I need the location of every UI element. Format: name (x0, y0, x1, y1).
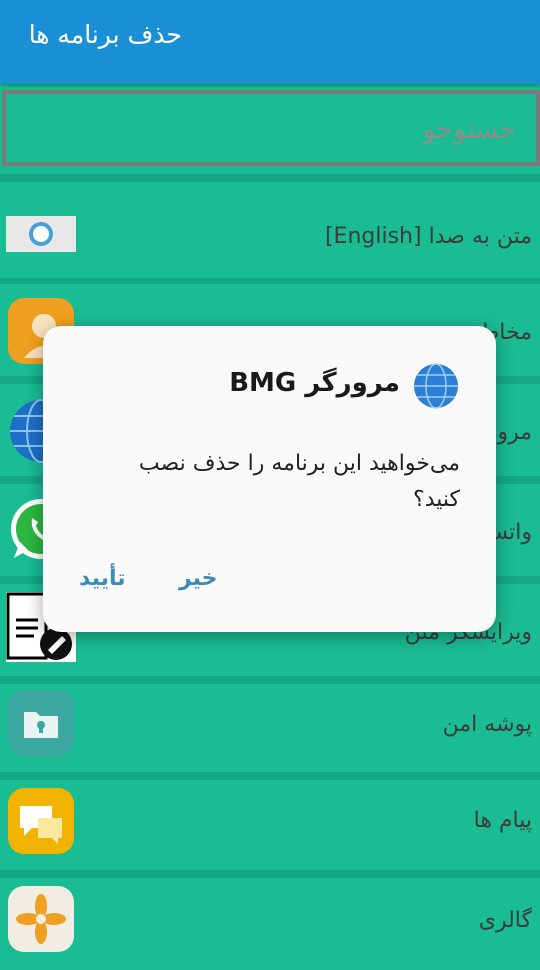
dialog-message: می‌خواهید این برنامه را حذف نصب کنید؟ (138, 451, 460, 512)
app-bar: حذف برنامه ها (0, 0, 540, 84)
dialog-title: مرورگر BMG (229, 368, 400, 398)
cancel-button[interactable]: خیر (179, 566, 218, 591)
uninstall-dialog: مرورگر BMG می‌خواهید این برنامه را حذف ن… (43, 326, 496, 632)
app-bar-title: حذف برنامه ها (28, 20, 182, 49)
globe-icon (414, 363, 458, 409)
confirm-button[interactable]: تأیید (79, 566, 125, 591)
